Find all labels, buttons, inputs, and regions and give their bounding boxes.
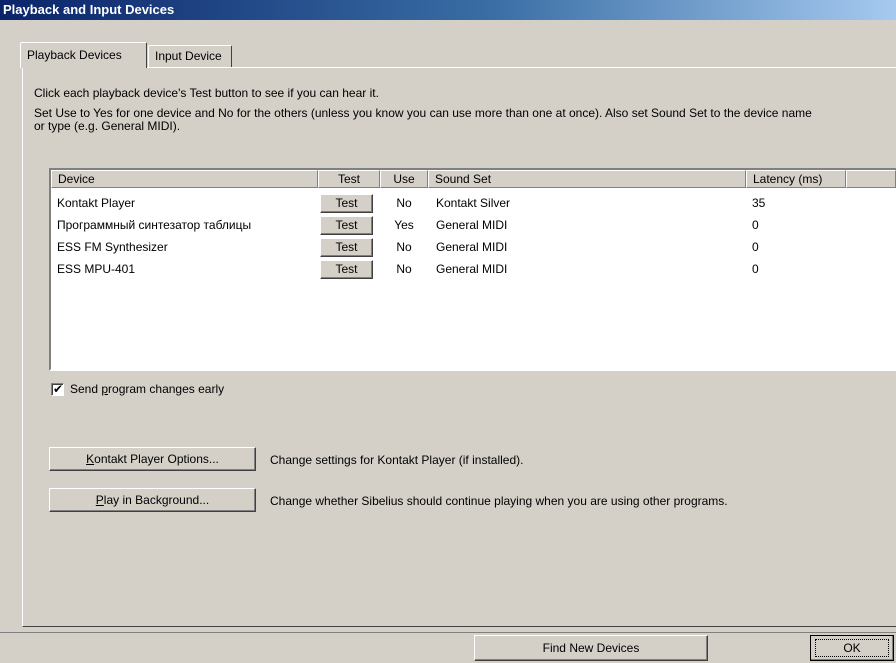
label-part: Send [70, 382, 102, 396]
test-button[interactable]: Test [320, 194, 373, 213]
tab-label: Input Device [155, 49, 222, 63]
play-in-background-button[interactable]: Play in Background... [49, 488, 256, 512]
test-button[interactable]: Test [320, 238, 373, 257]
column-header-latency[interactable]: Latency (ms) [746, 170, 846, 188]
column-header-use[interactable]: Use [380, 170, 428, 188]
sound-set-value[interactable]: Kontakt Silver [436, 192, 510, 214]
latency-value[interactable]: 35 [752, 192, 765, 214]
instruction-line-2: Set Use to Yes for one device and No for… [34, 106, 812, 120]
device-list[interactable]: Device Test Use Sound Set Latency (ms) K… [49, 168, 896, 371]
send-program-changes-label[interactable]: Send program changes early [70, 382, 224, 396]
latency-value[interactable]: 0 [752, 258, 759, 280]
instruction-line-3: or type (e.g. General MIDI). [34, 119, 181, 133]
sound-set-value[interactable]: General MIDI [436, 258, 507, 280]
focus-rectangle [815, 639, 889, 657]
checkmark-icon: ✔ [53, 382, 64, 396]
device-name[interactable]: ESS FM Synthesizer [57, 236, 168, 258]
kontakt-player-options-description: Change settings for Kontakt Player (if i… [270, 453, 524, 467]
use-value[interactable]: No [380, 258, 428, 280]
tab-input-device[interactable]: Input Device [148, 45, 232, 67]
send-program-changes-checkbox[interactable]: ✔ [51, 382, 64, 396]
latency-value[interactable]: 0 [752, 236, 759, 258]
use-value[interactable]: No [380, 236, 428, 258]
test-button[interactable]: Test [320, 216, 373, 235]
find-new-devices-button[interactable]: Find New Devices [474, 635, 708, 661]
device-name[interactable]: Программный синтезатор таблицы [57, 214, 251, 236]
device-name[interactable]: Kontakt Player [57, 192, 135, 214]
device-list-header: Device Test Use Sound Set Latency (ms) [51, 170, 896, 188]
column-header-filler [846, 170, 896, 188]
sound-set-value[interactable]: General MIDI [436, 236, 507, 258]
label-part: rogram changes early [108, 382, 225, 396]
play-in-background-description: Change whether Sibelius should continue … [270, 494, 728, 508]
button-label: lay in Background... [103, 493, 210, 507]
column-header-sound-set[interactable]: Sound Set [428, 170, 746, 188]
button-accelerator: K [86, 452, 95, 466]
test-button[interactable]: Test [320, 260, 373, 279]
button-accelerator: P [95, 493, 104, 507]
column-header-test[interactable]: Test [318, 170, 380, 188]
window-title-bar[interactable]: Playback and Input Devices [0, 0, 896, 20]
use-value[interactable]: Yes [380, 214, 428, 236]
latency-value[interactable]: 0 [752, 214, 759, 236]
ok-button[interactable]: OK [810, 635, 894, 661]
kontakt-player-options-button[interactable]: Kontakt Player Options... [49, 447, 256, 471]
window-title: Playback and Input Devices [3, 2, 175, 17]
tab-label: Playback Devices [27, 48, 122, 62]
sound-set-value[interactable]: General MIDI [436, 214, 507, 236]
instruction-line-1: Click each playback device's Test button… [34, 86, 379, 100]
button-label: ontakt Player Options... [94, 452, 219, 466]
device-name[interactable]: ESS MPU-401 [57, 258, 135, 280]
use-value[interactable]: No [380, 192, 428, 214]
tab-playback-devices[interactable]: Playback Devices [20, 42, 147, 68]
footer-divider [0, 632, 896, 633]
column-header-device[interactable]: Device [51, 170, 318, 188]
